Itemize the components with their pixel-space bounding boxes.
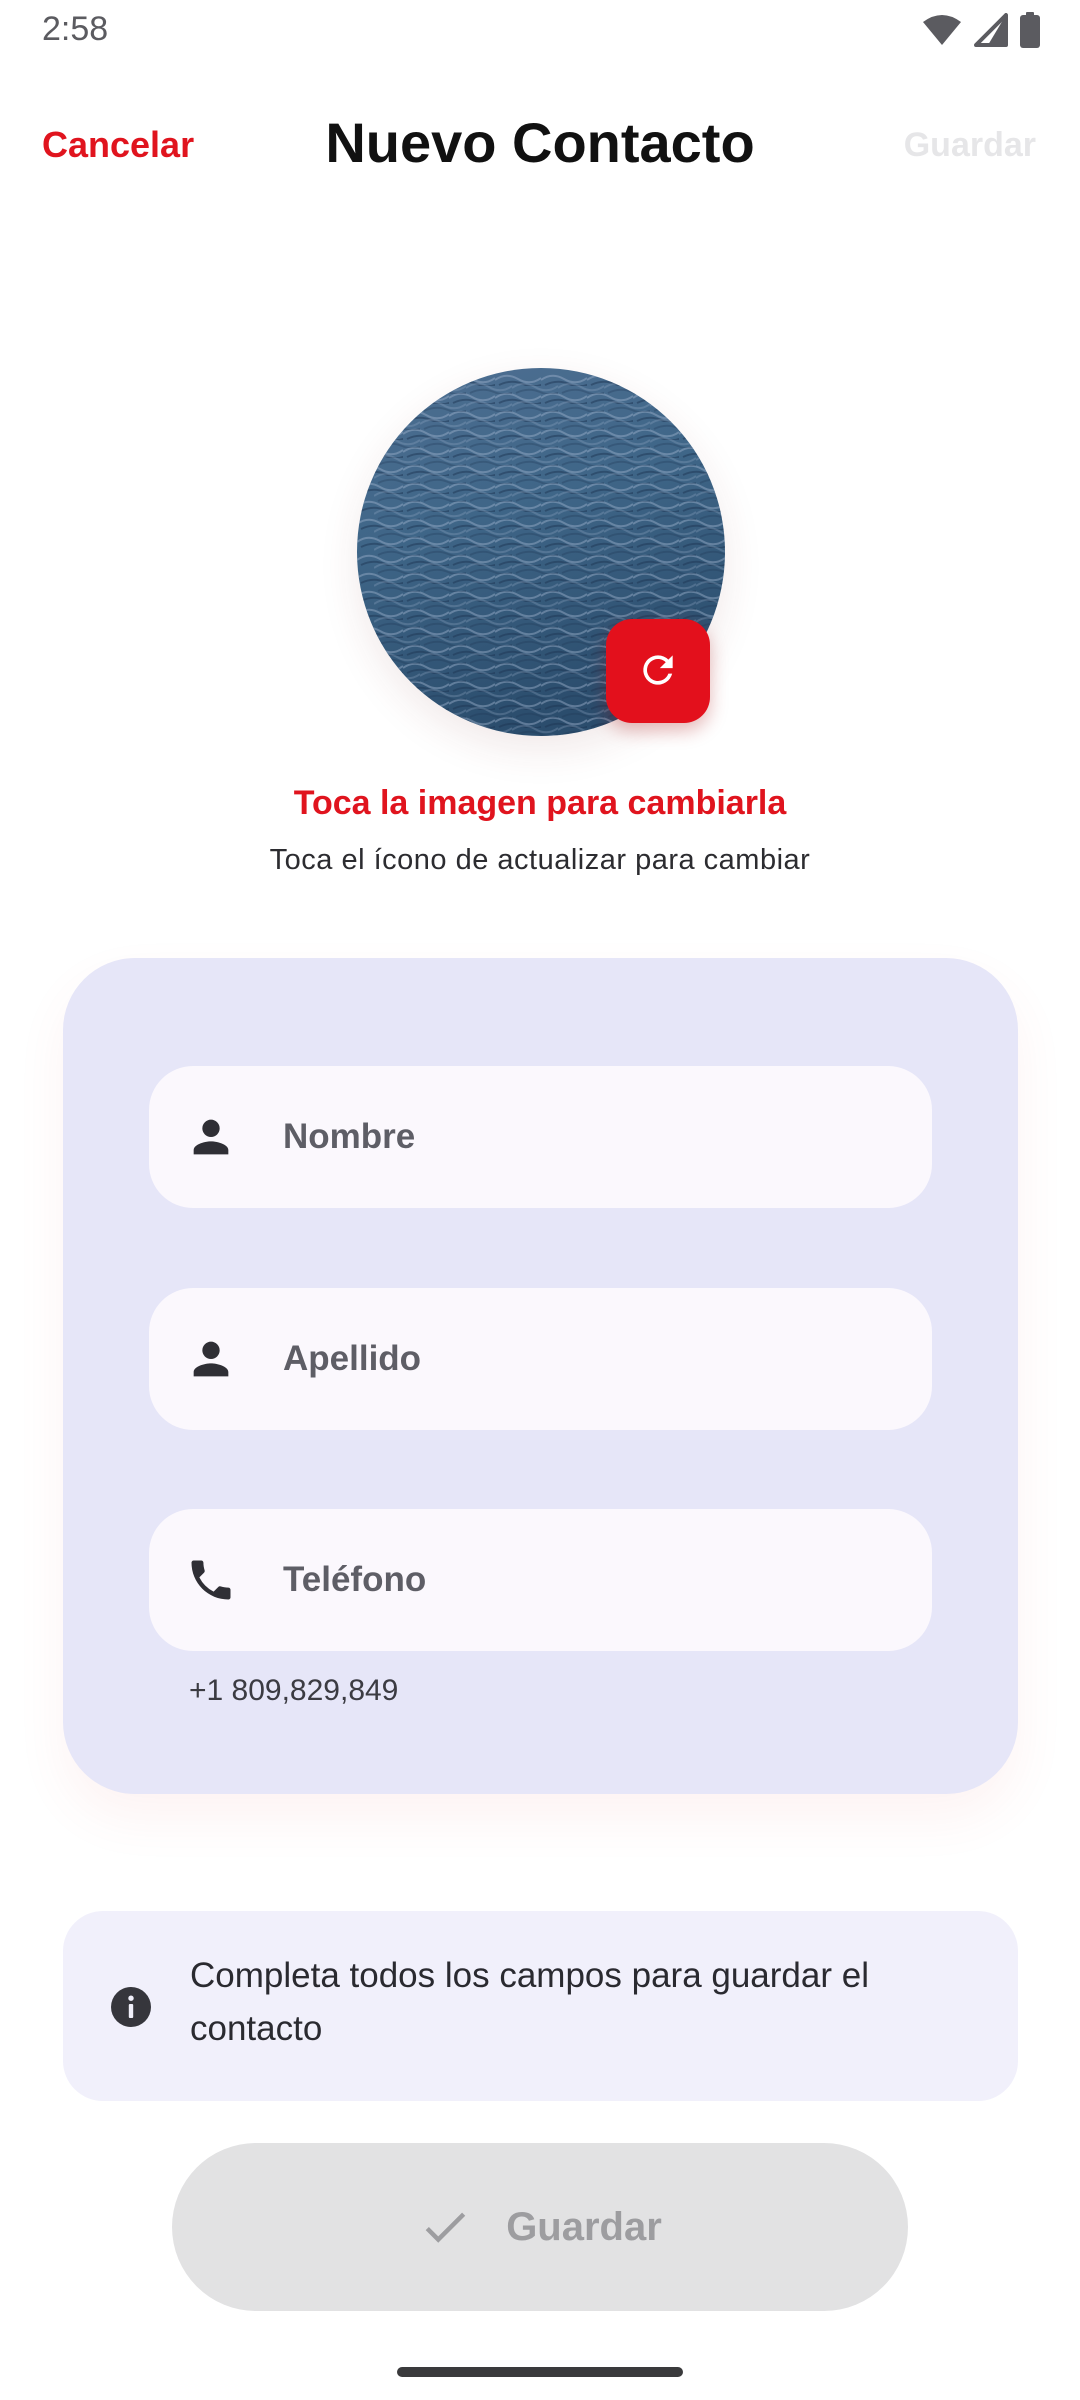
person-icon bbox=[185, 1111, 237, 1163]
last-name-input[interactable] bbox=[283, 1288, 903, 1430]
status-bar: 2:58 bbox=[0, 0, 1080, 62]
avatar-hint-secondary: Toca el ícono de actualizar para cambiar bbox=[269, 844, 811, 876]
header-save-button[interactable]: Guardar bbox=[904, 126, 1036, 165]
first-name-field[interactable] bbox=[149, 1066, 932, 1208]
info-icon bbox=[107, 1983, 155, 2031]
contact-form-card: +1 809,829,849 bbox=[63, 958, 1018, 1794]
phone-format-hint: +1 809,829,849 bbox=[189, 1674, 399, 1707]
last-name-field[interactable] bbox=[149, 1288, 932, 1430]
info-banner: Completa todos los campos para guardar e… bbox=[63, 1911, 1018, 2101]
phone-field[interactable] bbox=[149, 1509, 932, 1651]
refresh-icon bbox=[636, 648, 680, 695]
home-indicator[interactable] bbox=[397, 2367, 683, 2377]
new-contact-screen: 2:58 Cancelar Nuevo Contacto Guardar Toc… bbox=[0, 0, 1080, 2400]
status-icons bbox=[922, 12, 1040, 48]
phone-icon bbox=[185, 1554, 237, 1606]
refresh-image-button[interactable] bbox=[606, 619, 710, 723]
info-message: Completa todos los campos para guardar e… bbox=[190, 1956, 869, 2048]
check-icon bbox=[418, 2200, 472, 2254]
status-time: 2:58 bbox=[42, 10, 109, 48]
battery-icon bbox=[1020, 12, 1040, 48]
phone-input[interactable] bbox=[283, 1509, 903, 1651]
cellular-signal-icon bbox=[974, 13, 1008, 47]
first-name-input[interactable] bbox=[283, 1066, 903, 1208]
avatar-container bbox=[357, 368, 725, 736]
avatar-hint-primary: Toca la imagen para cambiarla bbox=[293, 784, 787, 822]
top-app-bar: Cancelar Nuevo Contacto Guardar bbox=[0, 100, 1080, 196]
save-contact-button[interactable]: Guardar bbox=[172, 2143, 908, 2311]
save-contact-label: Guardar bbox=[506, 2204, 662, 2249]
person-icon bbox=[185, 1333, 237, 1385]
wifi-icon bbox=[922, 14, 962, 46]
